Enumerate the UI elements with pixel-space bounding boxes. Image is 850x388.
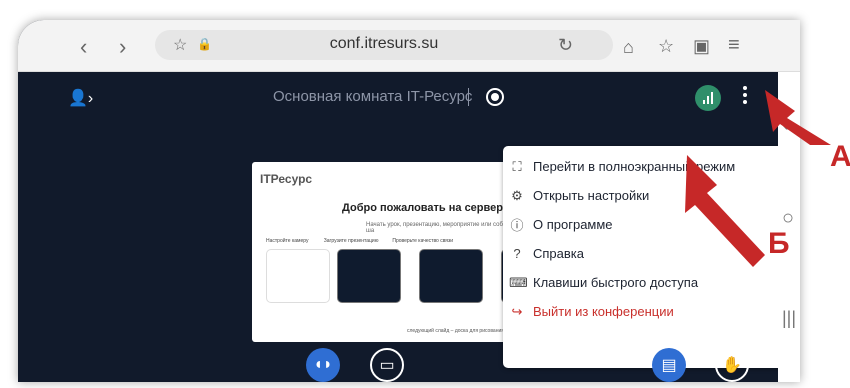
forward-icon[interactable]: ›	[119, 36, 126, 58]
menu-item-about[interactable]: ⓘ О программе	[509, 210, 612, 239]
menu-item-settings[interactable]: ⚙ Открыть настройки	[509, 181, 649, 210]
screenshot-frame: ‹ › ☆ 🔒 conf.itresurs.su ↻ ⌂ ☆ ▣ ≡ 👤› Ос…	[0, 0, 850, 388]
slide-logo: ITРесурс	[260, 172, 313, 186]
headphones-icon: ◖◗	[313, 356, 333, 373]
url-text[interactable]: conf.itresurs.su	[155, 35, 613, 53]
slide-thumbnail	[266, 249, 330, 303]
keyboard-icon: ⌨	[509, 274, 528, 290]
info-icon: ⓘ	[510, 218, 524, 233]
back-icon[interactable]: ‹	[80, 36, 87, 58]
screen-share-button[interactable]: ▤	[652, 348, 686, 382]
address-bar[interactable]: ☆ 🔒 conf.itresurs.su ↻	[155, 30, 613, 60]
slide-steps: Настройте камеру Загрузите презентацию П…	[266, 238, 454, 244]
connection-quality-icon[interactable]	[695, 85, 721, 111]
menu-item-shortcuts[interactable]: ⌨ Клавиши быстрого доступа	[509, 268, 698, 297]
next-slide-hint: следующий слайд – доска для рисования	[407, 328, 504, 334]
record-icon[interactable]	[486, 88, 504, 106]
tabs-icon[interactable]: ▣	[693, 36, 710, 57]
home-icon[interactable]: ⌂	[623, 37, 634, 58]
annotation-arrow-b	[685, 155, 765, 267]
hand-icon: ✋	[722, 357, 742, 374]
reload-icon[interactable]: ↻	[558, 35, 573, 56]
bookmarks-icon[interactable]: ☆	[658, 36, 674, 57]
menu-item-help[interactable]: ? Справка	[509, 239, 584, 268]
title-separator	[468, 88, 469, 106]
camera-off-icon: ▭	[379, 357, 395, 374]
participants-icon[interactable]: 👤›	[68, 88, 93, 108]
annotation-label-b: Б	[768, 227, 790, 260]
logout-icon: ↪	[511, 303, 523, 319]
raise-hand-button[interactable]: ✋	[715, 348, 749, 382]
menu-item-exit[interactable]: ↪ Выйти из конференции	[509, 297, 674, 326]
slide-thumbnail	[337, 249, 401, 303]
more-options-icon[interactable]	[743, 86, 749, 106]
browser-toolbar: ‹ › ☆ 🔒 conf.itresurs.su ↻ ⌂ ☆ ▣ ≡	[18, 20, 800, 72]
help-icon: ?	[513, 246, 521, 261]
gear-icon: ⚙	[511, 187, 523, 203]
room-title: Основная комната IT-Ресурс	[273, 88, 473, 105]
annotation-arrow-a	[765, 90, 831, 145]
slide-thumbnail	[419, 249, 483, 303]
annotation-label-a: А	[830, 140, 850, 173]
audio-button[interactable]: ◖◗	[306, 348, 340, 382]
fullscreen-icon: ⛶	[512, 158, 522, 174]
camera-toggle-button[interactable]: ▭	[370, 348, 404, 382]
presentation-icon: ▤	[661, 357, 677, 374]
android-recents-icon[interactable]: |||	[782, 308, 796, 329]
menu-icon[interactable]: ≡	[728, 34, 740, 57]
